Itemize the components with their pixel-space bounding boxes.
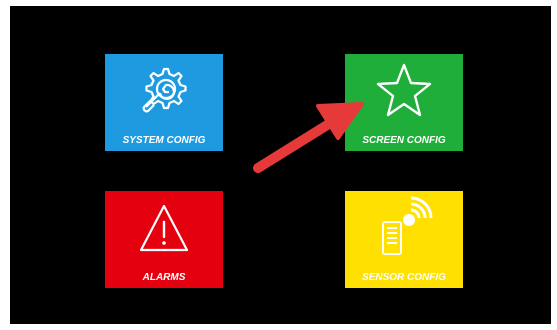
hmi-screen: [10, 6, 551, 324]
sensor-config-label: SENSOR CONFIG: [362, 272, 446, 283]
gear-wrench-icon: [105, 54, 223, 128]
system-config-button[interactable]: SYSTEM CONFIG: [105, 54, 223, 151]
screen-config-label: SCREEN CONFIG: [362, 135, 446, 146]
wireless-sensor-icon: [345, 191, 463, 265]
alarms-button[interactable]: ALARMS: [105, 191, 223, 288]
system-config-label: SYSTEM CONFIG: [122, 135, 206, 146]
sensor-config-button[interactable]: SENSOR CONFIG: [345, 191, 463, 288]
alarms-label: ALARMS: [142, 272, 186, 283]
star-icon: [345, 54, 463, 128]
screen-config-button[interactable]: SCREEN CONFIG: [345, 54, 463, 151]
warning-triangle-icon: [105, 191, 223, 265]
